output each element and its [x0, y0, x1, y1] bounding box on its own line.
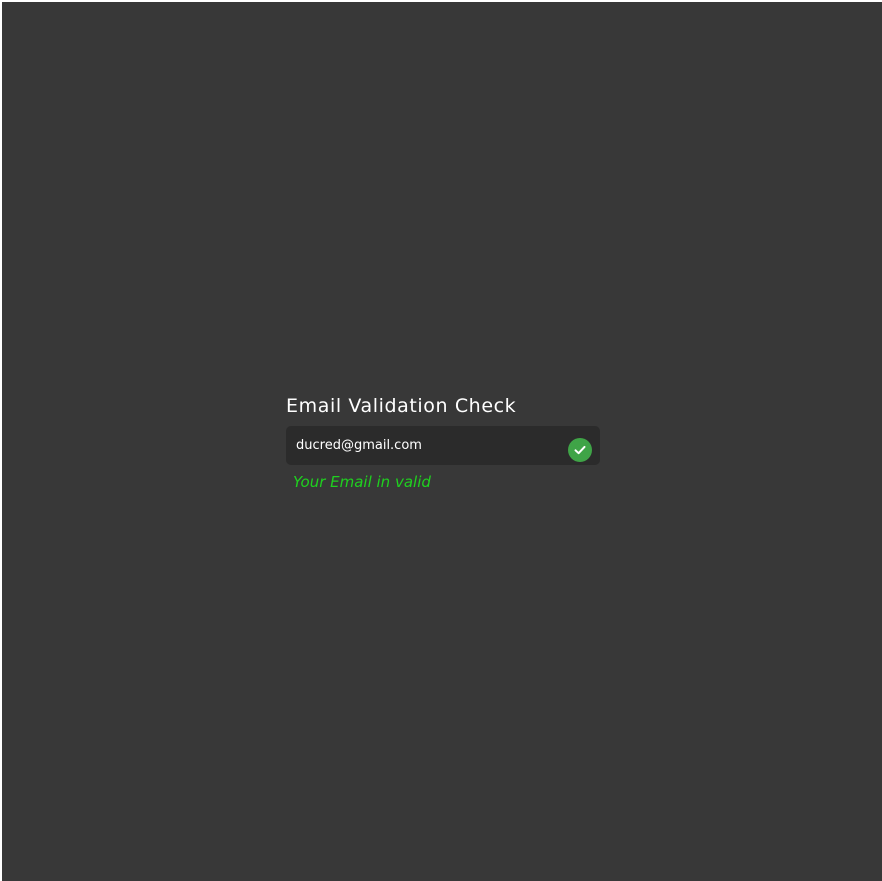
email-input[interactable] — [286, 426, 546, 465]
check-circle-icon — [568, 438, 592, 462]
form-title: Email Validation Check — [286, 395, 517, 417]
validation-status-message: Your Email in valid — [293, 473, 431, 491]
page-background: Email Validation Check Your Email in val… — [2, 2, 882, 881]
email-validation-form: Email Validation Check Your Email in val… — [286, 394, 600, 491]
email-field-container — [286, 426, 600, 465]
